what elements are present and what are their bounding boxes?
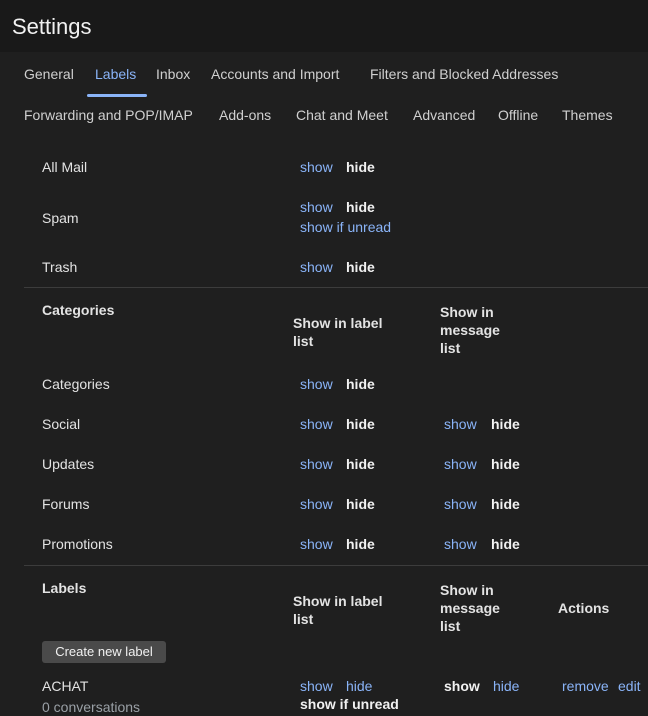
tab-forwarding-and-pop-imap[interactable]: Forwarding and POP/IMAP: [24, 107, 193, 123]
user-label-name: ACHAT: [42, 678, 89, 694]
tab-labels[interactable]: Labels: [95, 66, 136, 82]
categories-heading: Categories: [42, 302, 115, 318]
tab-general[interactable]: General: [24, 66, 74, 82]
hide-link[interactable]: hide: [491, 536, 520, 552]
hide-link[interactable]: hide: [346, 456, 375, 472]
category-name: Promotions: [42, 536, 113, 552]
section-divider: [24, 287, 648, 288]
hide-link[interactable]: hide: [346, 376, 375, 392]
show-link[interactable]: show: [300, 496, 333, 512]
show-link[interactable]: show: [300, 536, 333, 552]
hide-link[interactable]: hide: [346, 496, 375, 512]
hide-link[interactable]: hide: [346, 159, 375, 175]
show-if-unread-link[interactable]: show if unread: [300, 696, 399, 712]
hide-link[interactable]: hide: [346, 199, 375, 215]
tab-accounts-and-import[interactable]: Accounts and Import: [211, 66, 339, 82]
column-header-label-list: Show in label list: [293, 315, 383, 349]
category-name: Forums: [42, 496, 90, 512]
settings-header: Settings: [0, 0, 648, 52]
hide-link[interactable]: hide: [346, 259, 375, 275]
tab-advanced[interactable]: Advanced: [413, 107, 475, 123]
hide-link[interactable]: hide: [493, 678, 519, 694]
label-name: Trash: [42, 259, 78, 275]
show-link[interactable]: show: [300, 678, 333, 694]
active-tab-indicator: [87, 94, 147, 97]
hide-link[interactable]: hide: [346, 536, 375, 552]
create-new-label-button[interactable]: Create new label: [42, 641, 166, 663]
column-header-actions: Actions: [558, 600, 610, 616]
labels-heading: Labels: [42, 580, 87, 596]
column-header-label-list: Show in label list: [293, 593, 383, 627]
tab-offline[interactable]: Offline: [498, 107, 538, 123]
hide-link[interactable]: hide: [491, 496, 520, 512]
show-link[interactable]: show: [300, 416, 333, 432]
show-link[interactable]: show: [444, 536, 477, 552]
show-link[interactable]: show: [444, 456, 477, 472]
show-link[interactable]: show: [444, 678, 480, 694]
show-link[interactable]: show: [300, 199, 333, 215]
edit-link[interactable]: edit: [618, 678, 648, 694]
show-link[interactable]: show: [444, 496, 477, 512]
conversation-count: 0 conversations: [42, 699, 141, 715]
label-name: All Mail: [42, 159, 88, 175]
label-name: Spam: [42, 210, 79, 226]
tab-themes[interactable]: Themes: [562, 107, 613, 123]
hide-link[interactable]: hide: [491, 416, 520, 432]
tab-filters-and-blocked-addresses[interactable]: Filters and Blocked Addresses: [370, 66, 558, 82]
show-link[interactable]: show: [444, 416, 477, 432]
hide-link[interactable]: hide: [346, 416, 375, 432]
tab-add-ons[interactable]: Add-ons: [219, 107, 271, 123]
remove-link[interactable]: remove: [562, 678, 609, 694]
column-header-message-list: Show in message list: [440, 582, 500, 634]
tab-chat-and-meet[interactable]: Chat and Meet: [296, 107, 388, 123]
section-divider: [24, 565, 648, 566]
page-title: Settings: [12, 14, 92, 39]
show-link[interactable]: show: [300, 376, 333, 392]
column-header-message-list: Show in message list: [440, 304, 500, 356]
show-if-unread-link[interactable]: show if unread: [300, 219, 391, 235]
show-link[interactable]: show: [300, 259, 333, 275]
show-link[interactable]: show: [300, 456, 333, 472]
tab-inbox[interactable]: Inbox: [156, 66, 190, 82]
category-name: Categories: [42, 376, 110, 392]
hide-link[interactable]: hide: [346, 678, 372, 694]
show-link[interactable]: show: [300, 159, 333, 175]
category-name: Social: [42, 416, 81, 432]
category-name: Updates: [42, 456, 95, 472]
hide-link[interactable]: hide: [491, 456, 520, 472]
